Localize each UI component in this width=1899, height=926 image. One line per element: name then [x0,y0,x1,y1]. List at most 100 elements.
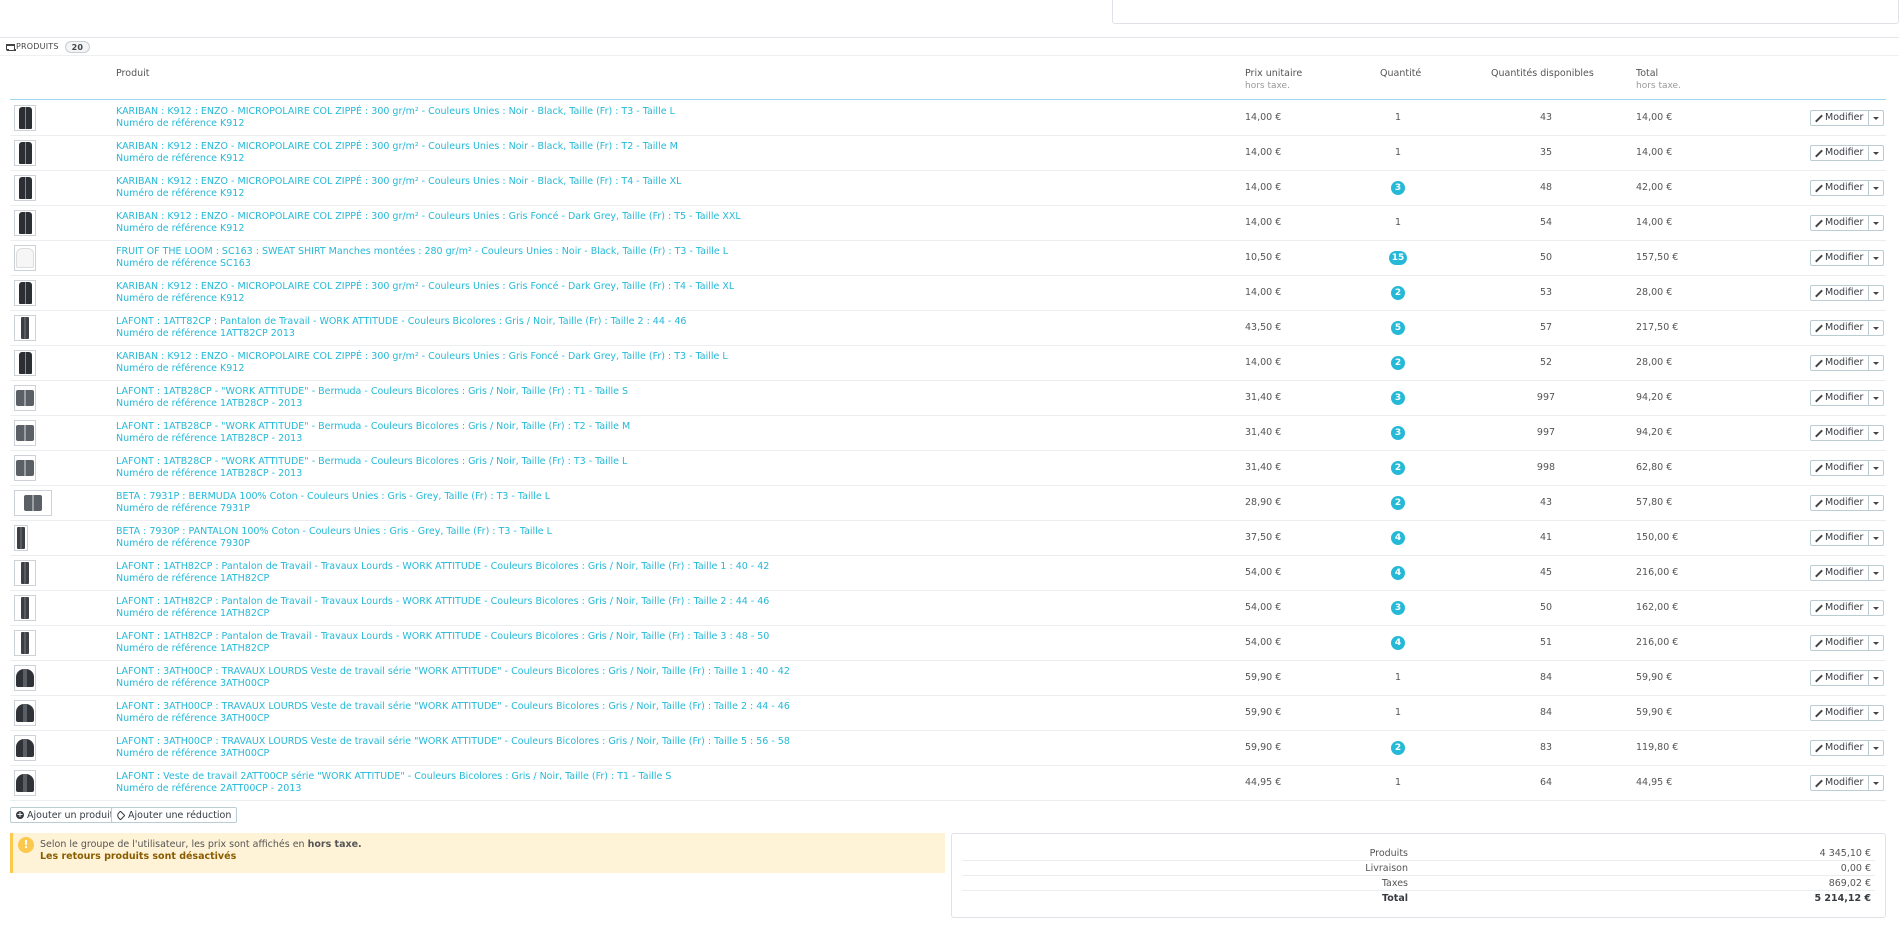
product-reference-link[interactable]: Numéro de référence 1ATB28CP - 2013 [116,398,302,410]
edit-button[interactable]: Modifier [1810,705,1870,721]
edit-dropdown-toggle[interactable] [1869,320,1885,336]
product-thumbnail[interactable] [14,630,36,656]
product-name-link[interactable]: KARIBAN : K912 : ENZO - MICROPOLAIRE COL… [116,211,741,223]
product-thumbnail[interactable] [14,525,28,551]
add-discount-button[interactable]: Ajouter une réduction [111,807,238,823]
product-thumbnail[interactable] [14,700,36,726]
product-thumbnail[interactable] [14,175,36,201]
edit-dropdown-toggle[interactable] [1869,390,1885,406]
product-name-link[interactable]: LAFONT : 3ATH00CP : TRAVAUX LOURDS Veste… [116,736,790,748]
edit-dropdown-toggle[interactable] [1869,355,1885,371]
edit-dropdown-toggle[interactable] [1869,740,1885,756]
product-thumbnail[interactable] [14,455,36,481]
edit-button[interactable]: Modifier [1810,180,1870,196]
edit-button[interactable]: Modifier [1810,460,1870,476]
product-reference-link[interactable]: Numéro de référence K912 [116,363,244,375]
product-thumbnail[interactable] [14,315,36,341]
product-name-link[interactable]: KARIBAN : K912 : ENZO - MICROPOLAIRE COL… [116,141,678,153]
product-name-link[interactable]: KARIBAN : K912 : ENZO - MICROPOLAIRE COL… [116,281,734,293]
product-reference-link[interactable]: Numéro de référence 3ATH00CP [116,678,269,690]
product-reference-link[interactable]: Numéro de référence K912 [116,188,244,200]
edit-button[interactable]: Modifier [1810,635,1870,651]
product-thumbnail[interactable] [14,420,36,446]
edit-dropdown-toggle[interactable] [1869,565,1885,581]
product-name-link[interactable]: LAFONT : 3ATH00CP : TRAVAUX LOURDS Veste… [116,701,790,713]
edit-button[interactable]: Modifier [1810,670,1870,686]
product-reference-link[interactable]: Numéro de référence SC163 [116,258,251,270]
product-thumbnail[interactable] [14,280,36,306]
product-reference-link[interactable]: Numéro de référence 2ATT00CP - 2013 [116,783,301,795]
product-reference-link[interactable]: Numéro de référence 1ATH82CP [116,573,269,585]
product-reference-link[interactable]: Numéro de référence 1ATB28CP - 2013 [116,468,302,480]
product-name-link[interactable]: LAFONT : 1ATH82CP : Pantalon de Travail … [116,631,769,643]
product-name-link[interactable]: LAFONT : 1ATH82CP : Pantalon de Travail … [116,561,769,573]
product-name-link[interactable]: LAFONT : Veste de travail 2ATT00CP série… [116,771,671,783]
edit-button[interactable]: Modifier [1810,600,1870,616]
edit-button[interactable]: Modifier [1810,530,1870,546]
product-thumbnail[interactable] [14,770,36,796]
product-name-link[interactable]: LAFONT : 1ATH82CP : Pantalon de Travail … [116,596,769,608]
edit-dropdown-toggle[interactable] [1869,285,1885,301]
edit-dropdown-toggle[interactable] [1869,145,1885,161]
edit-dropdown-toggle[interactable] [1869,635,1885,651]
edit-dropdown-toggle[interactable] [1869,180,1885,196]
product-name-link[interactable]: KARIBAN : K912 : ENZO - MICROPOLAIRE COL… [116,351,728,363]
product-reference-link[interactable]: Numéro de référence 7931P [116,503,250,515]
edit-dropdown-toggle[interactable] [1869,775,1885,791]
product-thumbnail[interactable] [14,350,36,376]
product-name-link[interactable]: BETA : 7931P : BERMUDA 100% Coton - Coul… [116,491,550,503]
edit-dropdown-toggle[interactable] [1869,670,1885,686]
product-name-link[interactable]: LAFONT : 3ATH00CP : TRAVAUX LOURDS Veste… [116,666,790,678]
product-reference-link[interactable]: Numéro de référence K912 [116,223,244,235]
edit-button[interactable]: Modifier [1810,110,1870,126]
edit-button[interactable]: Modifier [1810,740,1870,756]
product-reference-link[interactable]: Numéro de référence K912 [116,293,244,305]
product-reference-link[interactable]: Numéro de référence 1ATT82CP 2013 [116,328,295,340]
product-thumbnail[interactable] [14,560,36,586]
product-name-link[interactable]: KARIBAN : K912 : ENZO - MICROPOLAIRE COL… [116,106,675,118]
edit-dropdown-toggle[interactable] [1869,110,1885,126]
product-thumbnail[interactable] [14,105,36,131]
edit-button[interactable]: Modifier [1810,775,1870,791]
product-reference-link[interactable]: Numéro de référence 1ATH82CP [116,643,269,655]
edit-dropdown-toggle[interactable] [1869,705,1885,721]
edit-dropdown-toggle[interactable] [1869,495,1885,511]
edit-dropdown-toggle[interactable] [1869,215,1885,231]
product-thumbnail[interactable] [14,595,36,621]
product-reference-link[interactable]: Numéro de référence K912 [116,153,244,165]
product-thumbnail[interactable] [14,665,36,691]
product-name-link[interactable]: LAFONT : 1ATB28CP - "WORK ATTITUDE" - Be… [116,386,628,398]
product-reference-link[interactable]: Numéro de référence 1ATB28CP - 2013 [116,433,302,445]
product-thumbnail[interactable] [14,385,36,411]
product-name-link[interactable]: BETA : 7930P : PANTALON 100% Coton - Cou… [116,526,552,538]
product-thumbnail[interactable] [14,490,52,516]
product-thumbnail[interactable] [14,735,36,761]
edit-dropdown-toggle[interactable] [1869,425,1885,441]
product-reference-link[interactable]: Numéro de référence 3ATH00CP [116,713,269,725]
edit-button[interactable]: Modifier [1810,355,1870,371]
edit-button[interactable]: Modifier [1810,285,1870,301]
product-name-link[interactable]: KARIBAN : K912 : ENZO - MICROPOLAIRE COL… [116,176,681,188]
product-reference-link[interactable]: Numéro de référence 1ATH82CP [116,608,269,620]
add-product-button[interactable]: + Ajouter un produit [10,807,120,823]
product-name-link[interactable]: LAFONT : 1ATT82CP : Pantalon de Travail … [116,316,686,328]
edit-button[interactable]: Modifier [1810,495,1870,511]
product-name-link[interactable]: LAFONT : 1ATB28CP - "WORK ATTITUDE" - Be… [116,456,627,468]
edit-dropdown-toggle[interactable] [1869,530,1885,546]
product-reference-link[interactable]: Numéro de référence 3ATH00CP [116,748,269,760]
product-thumbnail[interactable] [14,210,36,236]
edit-button[interactable]: Modifier [1810,215,1870,231]
edit-button[interactable]: Modifier [1810,250,1870,266]
edit-dropdown-toggle[interactable] [1869,250,1885,266]
product-name-link[interactable]: LAFONT : 1ATB28CP - "WORK ATTITUDE" - Be… [116,421,630,433]
edit-button[interactable]: Modifier [1810,320,1870,336]
edit-button[interactable]: Modifier [1810,565,1870,581]
product-thumbnail[interactable] [14,140,36,166]
product-name-link[interactable]: FRUIT OF THE LOOM : SC163 : SWEAT SHIRT … [116,246,728,258]
edit-button[interactable]: Modifier [1810,390,1870,406]
edit-button[interactable]: Modifier [1810,425,1870,441]
product-thumbnail[interactable] [14,245,36,271]
edit-dropdown-toggle[interactable] [1869,460,1885,476]
product-reference-link[interactable]: Numéro de référence 7930P [116,538,250,550]
product-reference-link[interactable]: Numéro de référence K912 [116,118,244,130]
